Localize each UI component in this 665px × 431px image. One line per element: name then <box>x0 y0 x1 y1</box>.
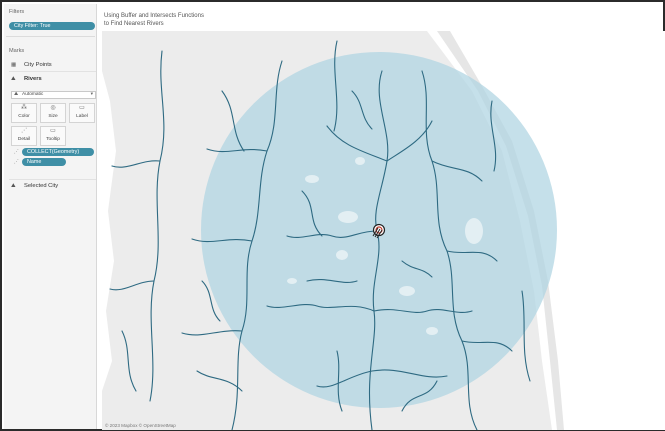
layer-city-points-label: City Points <box>24 62 52 68</box>
chevron-down-icon: ▾ <box>90 92 93 97</box>
detail-icon: ⋰ <box>21 128 27 134</box>
detail-field-icon: ⋰ <box>14 159 19 165</box>
filters-card: Filters City Filter: True <box>6 7 95 37</box>
field-pill-geometry[interactable]: COLLECT(Geometry) <box>22 148 94 156</box>
layer-selected-city-label: Selected City <box>24 183 59 189</box>
color-icon: ⁂ <box>21 105 27 111</box>
marks-card: Marks ▦ City Points ⛰ Rivers ⛰ Automatic… <box>6 46 96 196</box>
map-canvas <box>102 31 665 430</box>
map-layer-icon: ⛰ <box>11 183 16 189</box>
map-mark-icon: ⛰ <box>14 92 19 97</box>
color-button[interactable]: ⁂ Color <box>11 103 37 123</box>
label-icon: ▭ <box>79 105 85 111</box>
app-frame: Filters City Filter: True Marks ▦ City P… <box>0 0 665 431</box>
tooltip-icon: ▭ <box>50 128 56 134</box>
label-button[interactable]: ▭ Label <box>69 103 95 123</box>
label-label: Label <box>76 114 88 119</box>
left-panel: Filters City Filter: True Marks ▦ City P… <box>4 4 97 429</box>
layer-rivers[interactable]: ⛰ Rivers <box>9 73 96 86</box>
view-title-line2: to Find Nearest Rivers <box>104 21 164 27</box>
detail-button[interactable]: ⋰ Detail <box>11 126 37 146</box>
map-layer-icon: ⛰ <box>11 76 16 82</box>
mark-type-dropdown[interactable]: ⛰ Automatic ▾ <box>11 91 96 99</box>
field-pill-name[interactable]: Name <box>22 158 66 166</box>
size-icon: ◎ <box>50 105 56 111</box>
map-attribution[interactable]: © 2023 Mapbox © OpenStreetMap <box>105 423 176 428</box>
marks-title: Marks <box>9 48 25 54</box>
city-filter-pill[interactable]: City Filter: True <box>9 22 95 30</box>
filters-title: Filters <box>9 9 25 15</box>
grid-icon: ▦ <box>11 62 17 68</box>
tooltip-button[interactable]: ▭ Tooltip <box>40 126 66 146</box>
size-button[interactable]: ◎ Size <box>40 103 66 123</box>
view-title-line1: Using Buffer and Intersects Functions <box>104 13 204 19</box>
color-label: Color <box>18 114 30 119</box>
tooltip-label: Tooltip <box>46 137 60 142</box>
mark-type-value: Automatic <box>22 92 44 97</box>
map-view[interactable]: © 2023 Mapbox © OpenStreetMap <box>102 31 665 430</box>
layer-rivers-label: Rivers <box>24 76 42 82</box>
view-title: Using Buffer and Intersects Functions to… <box>104 12 204 28</box>
detail-field-icon: ⋰ <box>14 149 19 155</box>
size-label: Size <box>48 114 58 119</box>
west-coast-water <box>102 71 116 391</box>
layer-city-points[interactable]: ▦ City Points <box>9 59 96 72</box>
detail-label: Detail <box>17 137 31 142</box>
layer-selected-city[interactable]: ⛰ Selected City <box>9 179 96 192</box>
